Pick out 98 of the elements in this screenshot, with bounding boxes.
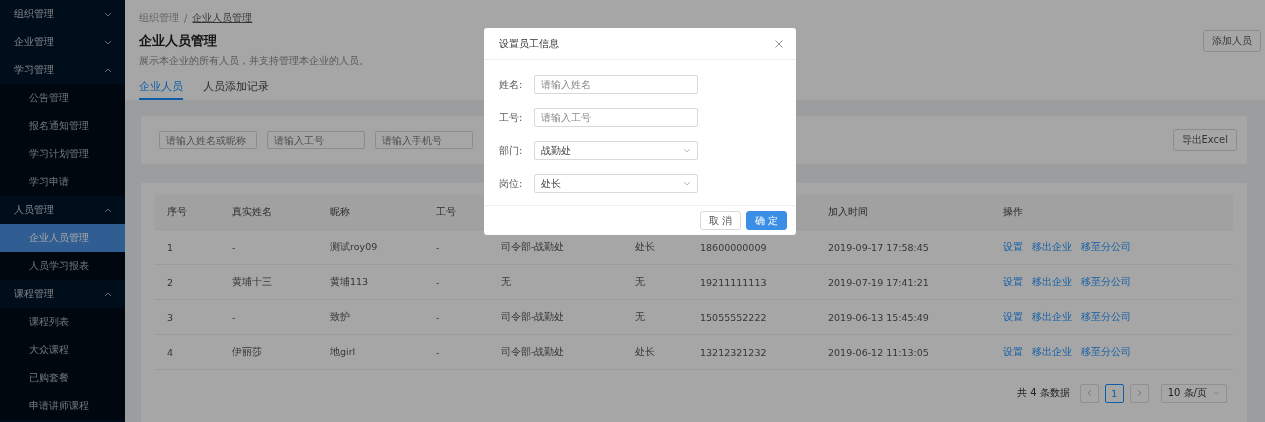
action-link[interactable]: 移至分公司 [1081,345,1131,359]
table-cell: 2019-09-17 17:58:45 [828,241,929,253]
breadcrumb-link[interactable]: 组织管理 [139,11,179,25]
field-label: 岗位: [499,176,524,191]
page-title: 企业人员管理 [139,32,217,50]
next-page-button[interactable] [1129,383,1149,403]
action-link[interactable]: 设置 [1003,345,1023,359]
menu-item[interactable]: 企业人员管理 [0,224,125,252]
action-link[interactable]: 移出企业 [1032,275,1072,289]
breadcrumb-link[interactable]: 企业人员管理 [192,11,253,25]
select-field[interactable]: 处长 [534,174,698,193]
action-link[interactable]: 移至分公司 [1081,240,1131,254]
menu-item[interactable]: 报名通知管理 [0,112,125,140]
field-label: 部门: [499,143,524,158]
chevron-right-icon [1136,389,1142,397]
page-size-select[interactable]: 10 条/页 [1160,383,1227,403]
chevron-icon [104,207,112,213]
table-cell: 司令部-战勤处 [501,310,565,322]
export-button[interactable]: 导出Excel [1172,129,1237,151]
menu-item[interactable]: 公告管理 [0,84,125,112]
add-person-button[interactable]: 添加人员 [1203,30,1261,52]
column-header: 序号 [167,205,187,217]
chevron-icon [104,11,112,17]
action-link[interactable]: 移至分公司 [1081,275,1131,289]
table-cell: - [232,311,236,323]
table-cell: 2019-06-12 11:13:05 [828,346,929,358]
menu-item[interactable]: 学习计划管理 [0,140,125,168]
chevron-icon [104,39,112,45]
table-cell: 黄埔十三 [232,275,272,287]
chevron-icon [104,291,112,297]
table-cell: 2019-07-19 17:41:21 [828,276,929,288]
table-cell: 司令部-战勤处 [501,240,565,252]
table-cell: 伊丽莎 [232,345,262,357]
table-cell: 18600000009 [700,241,767,253]
table-cell: - [232,241,236,253]
text-input[interactable]: 请输入工号 [534,108,698,127]
action-link[interactable]: 设置 [1003,240,1023,254]
action-link[interactable]: 移至分公司 [1081,310,1131,324]
table-cell: 司令部-战勤处 [501,345,565,357]
column-header: 昵称 [330,205,350,217]
menu-item[interactable]: 已购套餐 [0,364,125,392]
table-cell: 4 [167,346,174,358]
select-field[interactable]: 战勤处 [534,141,698,160]
table-cell: 15055552222 [700,311,767,323]
action-link[interactable]: 设置 [1003,310,1023,324]
column-header: 真实姓名 [232,205,272,217]
column-header: 加入时间 [828,205,868,217]
table-cell: 1 [167,241,174,253]
filter-input[interactable]: 请输入姓名或昵称 [159,131,257,149]
column-header: 工号 [436,205,456,217]
table-cell: - [436,276,440,288]
table-cell: - [436,346,440,358]
confirm-button[interactable]: 确 定 [745,211,787,230]
cancel-button[interactable]: 取 消 [699,211,741,230]
page-description: 展示本企业的所有人员，并支持管理本企业的人员。 [139,55,370,68]
table-cell: 2019-06-13 15:45:49 [828,311,929,323]
text-input[interactable]: 请输入姓名 [534,75,698,94]
previous-page-button[interactable] [1079,383,1099,403]
table-cell: 黄埔113 [330,275,369,287]
action-link[interactable]: 移出企业 [1032,345,1072,359]
action-link[interactable]: 设置 [1003,275,1023,289]
table-cell: 无 [635,310,645,322]
menu-item[interactable]: 大众课程 [0,336,125,364]
table-cell: - [436,241,440,253]
breadcrumb-separator: / [184,12,188,24]
tab[interactable]: 人员添加记录 [203,80,269,100]
table-cell: 19211111113 [700,276,767,288]
table-cell: 无 [501,275,511,287]
menu-item[interactable]: 申请讲师课程 [0,392,125,420]
chevron-down-icon [683,181,691,186]
table-cell: 无 [635,275,645,287]
action-link[interactable]: 移出企业 [1032,310,1072,324]
field-label: 工号: [499,110,524,125]
column-header: 操作 [1003,205,1023,217]
table-cell: 2 [167,276,174,288]
total-count: 共 4 条数据 [1017,386,1070,400]
table-cell: 测试roy09 [330,240,378,252]
filter-input[interactable]: 请输入工号 [267,131,365,149]
chevron-icon [104,67,112,73]
menu-item[interactable]: 课程列表 [0,308,125,336]
field-label: 姓名: [499,77,524,92]
filter-input[interactable]: 请输入手机号 [375,131,473,149]
action-link[interactable]: 移出企业 [1032,240,1072,254]
close-icon[interactable] [775,39,783,48]
table-cell: 3 [167,311,174,323]
table-cell: 13212321232 [700,346,767,358]
menu-item[interactable]: 人员学习报表 [0,252,125,280]
chevron-left-icon [1086,389,1092,397]
table-cell: 地girl [330,345,356,357]
page-button[interactable]: 1 [1104,383,1124,403]
table-cell: 处长 [635,240,655,252]
chevron-down-icon [683,148,691,153]
table-cell: - [436,311,440,323]
tab[interactable]: 企业人员 [139,80,183,100]
modal-title: 设置员工信息 [499,36,559,51]
table-cell: 处长 [635,345,655,357]
menu-item[interactable]: 学习申请 [0,168,125,196]
table-cell: 致护 [330,310,350,322]
